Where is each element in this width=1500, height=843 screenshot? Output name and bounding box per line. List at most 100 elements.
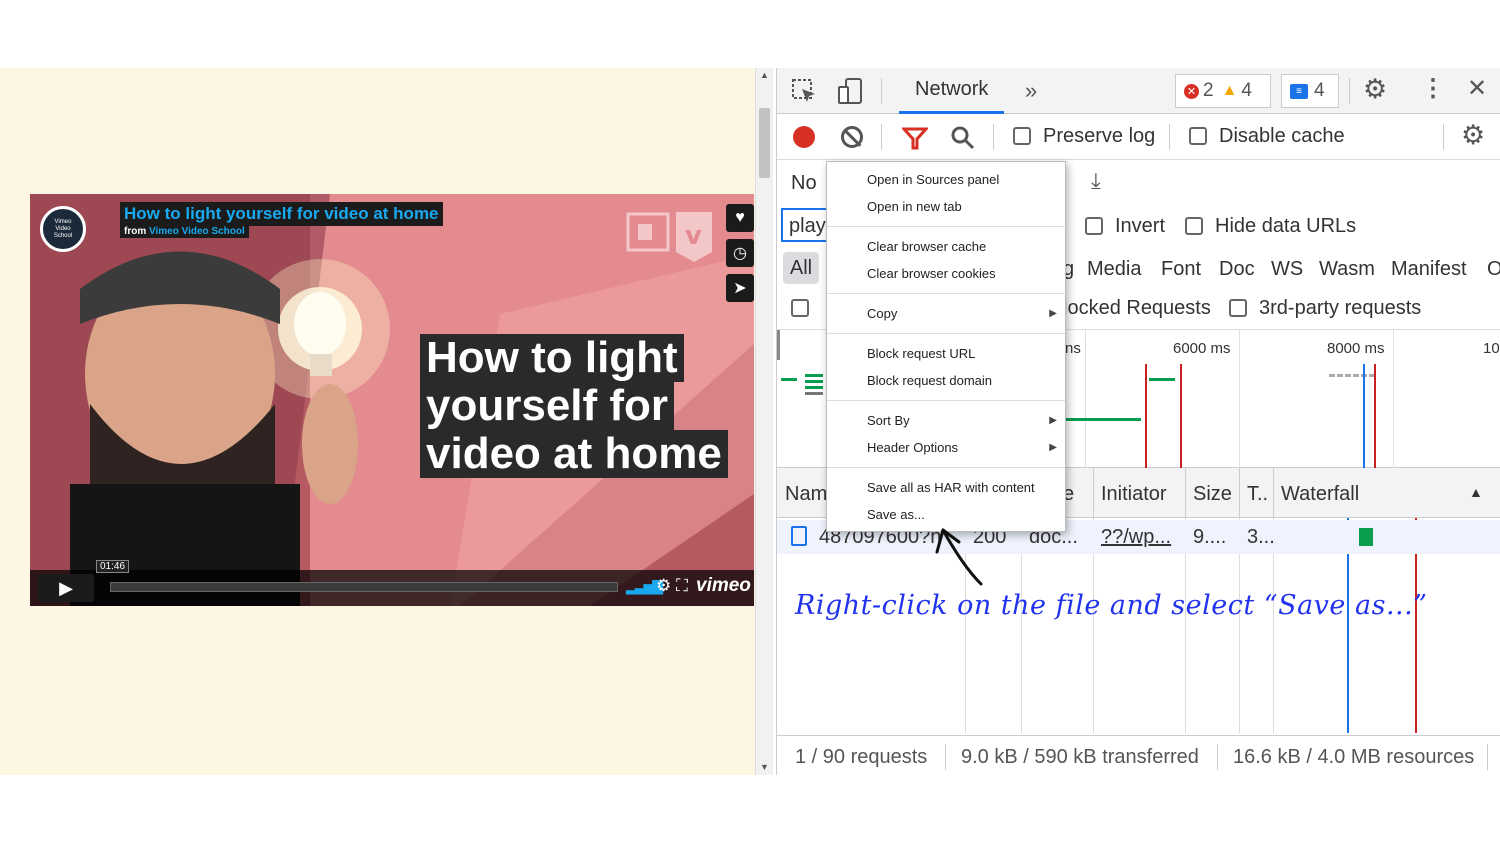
menu-item-block-request-domain[interactable]: Block request domain: [867, 373, 992, 388]
video-controls: ▶ 01:46 ▂▃▅▇ ⚙ ⛶ vimeo: [30, 560, 754, 606]
menu-item-open-in-new-tab[interactable]: Open in new tab: [867, 199, 962, 214]
hide-data-urls-checkbox[interactable]: [1185, 217, 1203, 235]
settings-gear-icon[interactable]: ⚙: [656, 576, 671, 596]
third-party-label: 3rd-party requests: [1259, 297, 1422, 319]
search-icon[interactable]: [949, 124, 977, 152]
menu-separator: [827, 333, 1065, 334]
menu-separator: [827, 467, 1065, 468]
video-player[interactable]: v Vimeo Video School How to light yourse…: [30, 194, 754, 606]
status-requests: 1 / 90 requests: [795, 746, 928, 768]
timeline-tick-label: 8000 ms: [1327, 340, 1385, 357]
column-waterfall[interactable]: Waterfall: [1281, 483, 1359, 506]
type-filter-font[interactable]: Font: [1161, 258, 1201, 281]
menu-item-copy[interactable]: Copy: [867, 306, 897, 321]
menu-item-open-in-sources[interactable]: Open in Sources panel: [867, 172, 999, 187]
type-filter-doc[interactable]: Doc: [1219, 258, 1255, 281]
more-tabs-icon[interactable]: »: [1025, 78, 1037, 104]
menu-item-header-options[interactable]: Header Options: [867, 440, 958, 455]
paper-plane-icon: ➤: [733, 280, 747, 297]
has-blocked-cookies-checkbox[interactable]: [791, 299, 809, 317]
type-filter-other-partial[interactable]: O: [1487, 258, 1500, 281]
menu-item-block-request-url[interactable]: Block request URL: [867, 346, 975, 361]
type-filter-manifest[interactable]: Manifest: [1391, 258, 1467, 281]
fullscreen-icon[interactable]: ⛶: [676, 576, 688, 596]
type-filter-all[interactable]: All: [783, 252, 819, 284]
close-icon[interactable]: ✕: [1467, 74, 1487, 103]
share-button[interactable]: ➤: [726, 274, 754, 302]
column-size[interactable]: Size: [1193, 483, 1232, 506]
menu-separator: [827, 400, 1065, 401]
annotation-text: Right-click on the file and select “Save…: [795, 590, 1428, 621]
column-name[interactable]: Nam: [785, 483, 827, 506]
heart-icon: ♥: [735, 209, 745, 226]
menu-separator: [827, 293, 1065, 294]
type-filter-wasm[interactable]: Wasm: [1319, 258, 1375, 281]
page-scrollbar[interactable]: ▲ ▼: [755, 68, 773, 775]
menu-item-save-as[interactable]: Save as...: [867, 507, 925, 522]
preserve-log-checkbox[interactable]: [1013, 127, 1031, 145]
request-table-body: 487097600?h 200 doc... ??/wp... 9.... 3.…: [777, 518, 1500, 733]
annotation-arrow-icon: [935, 528, 983, 586]
watch-later-button[interactable]: ◷: [726, 239, 754, 267]
submenu-arrow-icon: ▶: [1049, 442, 1057, 453]
video-from-line: from Vimeo Video School: [120, 225, 249, 238]
invert-label: Invert: [1115, 215, 1166, 237]
submenu-arrow-icon: ▶: [1049, 308, 1057, 319]
from-channel-link[interactable]: Vimeo Video School: [149, 226, 245, 237]
type-filter-ws[interactable]: WS: [1271, 258, 1303, 281]
record-button[interactable]: [793, 126, 815, 148]
overlay-title-line-2: yourself for: [420, 382, 675, 430]
svg-text:v: v: [685, 221, 702, 251]
clear-icon[interactable]: [841, 126, 863, 148]
status-resources: 16.6 kB / 4.0 MB resources: [1233, 746, 1475, 768]
column-time[interactable]: T..: [1247, 483, 1268, 506]
menu-item-clear-cache[interactable]: Clear browser cache: [867, 239, 986, 254]
timestamp-badge: 01:46: [96, 560, 130, 573]
overlay-title-line-1: How to light: [420, 334, 684, 382]
export-har-icon[interactable]: ⤓: [1091, 168, 1101, 194]
issues-counter[interactable]: ✕ 2 ▲ 4: [1175, 74, 1271, 108]
inspect-element-icon[interactable]: [789, 76, 819, 106]
filter-input[interactable]: play: [781, 208, 831, 242]
cell-size: 9....: [1193, 526, 1227, 548]
messages-counter[interactable]: ≡ 4: [1281, 74, 1339, 108]
progress-bar[interactable]: [110, 582, 618, 592]
cell-time: 3...: [1247, 526, 1275, 548]
tab-network-label: Network: [915, 78, 989, 100]
menu-separator: [827, 226, 1065, 227]
third-party-checkbox[interactable]: [1229, 299, 1247, 317]
menu-item-save-all-as-har[interactable]: Save all as HAR with content: [867, 480, 1035, 495]
vimeo-logo[interactable]: vimeo: [696, 575, 751, 597]
tab-network[interactable]: Network: [899, 68, 1005, 114]
disable-cache-checkbox[interactable]: [1189, 127, 1207, 145]
play-button[interactable]: ▶: [38, 574, 94, 602]
device-toolbar-icon[interactable]: [835, 76, 865, 106]
warning-icon: ▲: [1221, 82, 1238, 99]
menu-item-sort-by[interactable]: Sort By: [867, 413, 910, 428]
type-filter-media[interactable]: Media: [1087, 258, 1141, 281]
filter-icon[interactable]: [901, 124, 929, 152]
video-title-link[interactable]: How to light yourself for video at home: [120, 202, 443, 226]
settings-gear-icon[interactable]: ⚙: [1363, 74, 1387, 105]
invert-checkbox[interactable]: [1085, 217, 1103, 235]
from-prefix: from: [124, 226, 147, 237]
channel-badge[interactable]: Vimeo Video School: [40, 206, 86, 252]
scroll-thumb[interactable]: [759, 108, 770, 178]
disable-cache-label: Disable cache: [1219, 125, 1345, 147]
scroll-up-icon[interactable]: ▲: [760, 70, 769, 80]
status-transferred: 9.0 kB / 590 kB transferred: [961, 746, 1199, 768]
filter-input-value: play: [789, 215, 826, 237]
context-menu: Open in Sources panel Open in new tab Cl…: [826, 161, 1066, 532]
like-button[interactable]: ♥: [726, 204, 754, 232]
column-initiator[interactable]: Initiator: [1101, 483, 1167, 506]
webpage-viewport: v Vimeo Video School How to light yourse…: [0, 68, 755, 775]
network-settings-gear-icon[interactable]: ⚙: [1461, 120, 1485, 151]
throttling-select[interactable]: No: [791, 172, 817, 195]
submenu-arrow-icon: ▶: [1049, 415, 1057, 426]
scroll-down-icon[interactable]: ▼: [760, 762, 769, 772]
preserve-log-label: Preserve log: [1043, 125, 1156, 147]
menu-item-clear-cookies[interactable]: Clear browser cookies: [867, 266, 996, 281]
message-icon: ≡: [1290, 83, 1308, 99]
cell-initiator-link[interactable]: ??/wp...: [1101, 526, 1171, 549]
more-options-icon[interactable]: ⋮: [1421, 74, 1445, 103]
